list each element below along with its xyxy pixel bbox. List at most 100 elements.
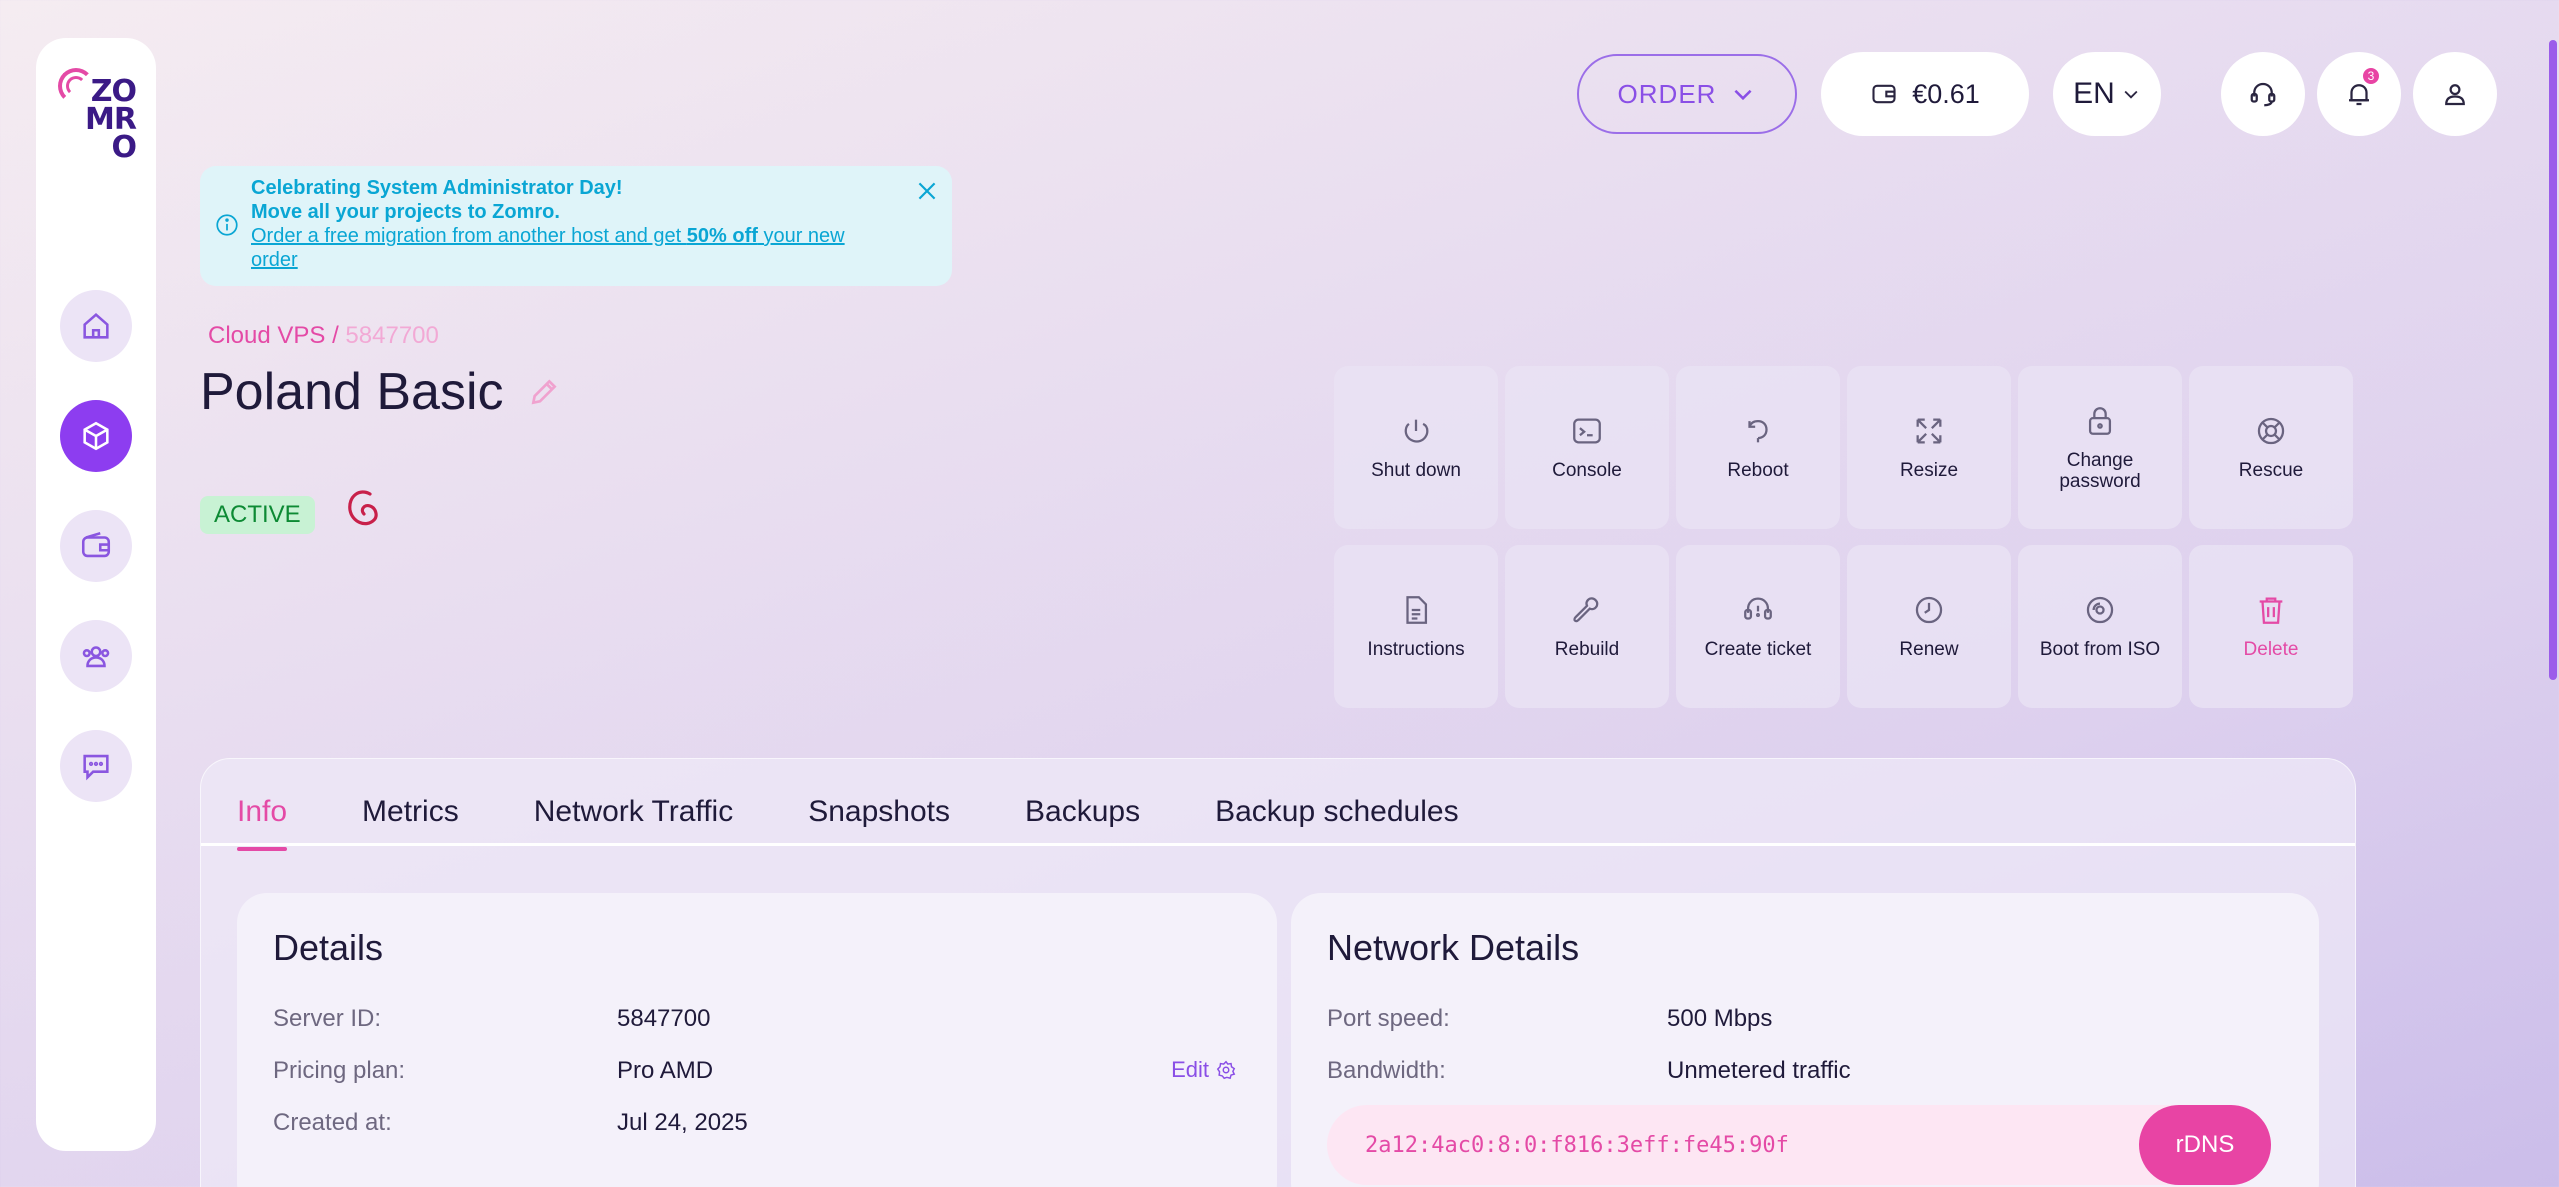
order-button[interactable]: ORDER	[1577, 54, 1797, 134]
network-key: Port speed:	[1327, 1005, 1450, 1032]
rescue-button[interactable]: Rescue	[2189, 366, 2353, 529]
tab-snapshots[interactable]: Snapshots	[808, 795, 950, 843]
banner-line-2: Move all your projects to Zomro.	[251, 201, 560, 223]
notifications-button[interactable]: 3	[2317, 52, 2401, 136]
terminal-icon	[1573, 418, 1601, 444]
chevron-down-icon	[2124, 90, 2138, 99]
edit-plan-button[interactable]: Edit	[1171, 1057, 1237, 1083]
create-ticket-button[interactable]: Create ticket	[1676, 545, 1840, 708]
sidebar: ZO MR O	[36, 38, 156, 1151]
reboot-icon	[1748, 419, 1768, 443]
close-icon[interactable]	[914, 178, 940, 204]
banner-line-1: Celebrating System Administrator Day!	[251, 177, 623, 199]
action-label: Renew	[1899, 639, 1959, 660]
breadcrumb-separator: /	[325, 322, 346, 349]
info-icon	[214, 212, 240, 238]
user-icon	[2445, 84, 2465, 106]
migration-link-discount: 50% off	[686, 225, 758, 247]
details-title: Details	[273, 927, 384, 968]
delete-button[interactable]: Delete	[2189, 545, 2353, 708]
language-label: EN	[2073, 77, 2115, 110]
trash-icon	[2259, 597, 2283, 624]
zomro-logo[interactable]: ZO MR O	[56, 66, 137, 186]
sidebar-item-users[interactable]	[60, 620, 132, 692]
network-key: Bandwidth:	[1327, 1057, 1446, 1084]
document-icon	[1406, 596, 1428, 624]
renew-button[interactable]: Renew	[1847, 545, 2011, 708]
tab-info[interactable]: Info	[237, 795, 288, 851]
action-label: Delete	[2243, 639, 2299, 660]
migration-link[interactable]: Order a free migration from another host…	[251, 224, 882, 272]
promo-banner: Celebrating System Administrator Day! Mo…	[200, 166, 952, 286]
action-label: Boot from ISO	[2039, 639, 2161, 660]
action-label: Instructions	[1367, 639, 1465, 660]
tab-backups[interactable]: Backups	[1025, 795, 1140, 843]
action-label: Create ticket	[1704, 639, 1812, 660]
server-name: Poland Basic	[200, 363, 504, 421]
detail-row-pricing-plan: Pricing plan: Pro AMD	[273, 1057, 1233, 1085]
rebuild-button[interactable]: Rebuild	[1505, 545, 1669, 708]
headset-icon	[2250, 82, 2276, 107]
order-label: ORDER	[1617, 78, 1717, 109]
tab-backup-schedules[interactable]: Backup schedules	[1215, 795, 1459, 843]
power-icon	[1404, 419, 1429, 443]
boot-from-iso-button[interactable]: Boot from ISO	[2018, 545, 2182, 708]
chat-icon	[83, 754, 109, 781]
wrench-icon	[1573, 597, 1599, 623]
tab-metrics[interactable]: Metrics	[362, 795, 459, 843]
server-info-card: Info Metrics Network Traffic Snapshots B…	[200, 758, 2356, 1187]
sidebar-item-chat[interactable]	[60, 730, 132, 802]
breadcrumb: Cloud VPS / 5847700	[208, 322, 439, 350]
sidebar-item-home[interactable]	[60, 290, 132, 362]
detail-value: Pro AMD	[617, 1057, 714, 1084]
detail-key: Created at:	[273, 1109, 392, 1136]
console-button[interactable]: Console	[1505, 366, 1669, 529]
logo-wordmark: ZO MR O	[76, 77, 137, 165]
debian-icon	[342, 484, 386, 534]
page-title: Poland Basic	[200, 362, 560, 422]
change-password-button[interactable]: Change password	[2018, 366, 2182, 529]
actions-grid: Shut down Console Reboot Resize Change p…	[1334, 366, 2356, 708]
box-icon	[83, 421, 109, 451]
clock-icon	[1915, 596, 1943, 624]
resize-button[interactable]: Resize	[1847, 366, 2011, 529]
profile-button[interactable]	[2413, 52, 2497, 136]
detail-row-server-id: Server ID: 5847700	[273, 1005, 1233, 1033]
logo-line-3: O	[111, 130, 137, 165]
detail-row-created-at: Created at: Jul 24, 2025	[273, 1109, 1233, 1137]
network-value: 500 Mbps	[1667, 1005, 1773, 1032]
network-details-title: Network Details	[1327, 927, 1580, 968]
action-label: Shut down	[1371, 460, 1461, 481]
detail-key: Pricing plan:	[273, 1057, 406, 1084]
action-label: Console	[1552, 460, 1622, 481]
top-bar: ORDER €0.61 EN 3	[1577, 52, 2497, 136]
network-row-port-speed: Port speed: 500 Mbps	[1327, 1005, 2287, 1033]
rdns-button[interactable]: rDNS	[2139, 1105, 2271, 1185]
edit-label: Edit	[1171, 1057, 1209, 1082]
sidebar-item-servers[interactable]	[60, 400, 132, 472]
sidebar-item-billing[interactable]	[60, 510, 132, 582]
balance-pill[interactable]: €0.61	[1821, 52, 2029, 136]
language-select[interactable]: EN	[2053, 52, 2161, 136]
ipv6-address[interactable]: 2a12:4ac0:8:0:f816:3eff:fe45:90f	[1365, 1133, 1789, 1158]
details-panel: Details Server ID: 5847700 Pricing plan:…	[237, 893, 1277, 1187]
disc-icon	[2086, 596, 2114, 624]
reboot-button[interactable]: Reboot	[1676, 366, 1840, 529]
wallet-icon	[81, 532, 111, 558]
breadcrumb-id: 5847700	[345, 322, 439, 349]
notification-badge: 3	[2361, 66, 2381, 86]
network-details-panel: Network Details Port speed: 500 Mbps Ban…	[1291, 893, 2319, 1187]
status-badge: ACTIVE	[200, 496, 315, 534]
breadcrumb-section[interactable]: Cloud VPS	[208, 322, 325, 349]
shut-down-button[interactable]: Shut down	[1334, 366, 1498, 529]
support-button[interactable]	[2221, 52, 2305, 136]
pencil-icon[interactable]	[528, 376, 560, 408]
page-scrollbar[interactable]	[2549, 40, 2557, 680]
action-label: Change password	[2059, 449, 2141, 492]
action-label: Rebuild	[1554, 639, 1620, 660]
tab-bar: Info Metrics Network Traffic Snapshots B…	[237, 795, 2355, 875]
tab-network-traffic[interactable]: Network Traffic	[534, 795, 734, 843]
instructions-button[interactable]: Instructions	[1334, 545, 1498, 708]
detail-key: Server ID:	[273, 1005, 382, 1032]
action-label: Reboot	[1727, 460, 1789, 481]
